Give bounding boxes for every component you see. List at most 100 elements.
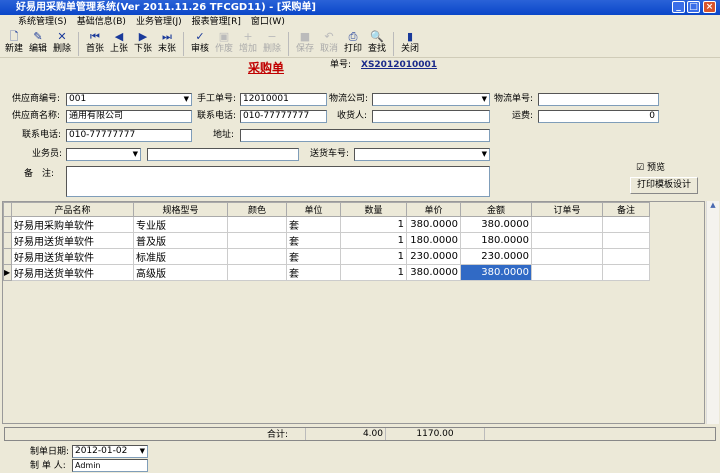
table-row[interactable]: 好易用采购单软件 专业版套 1 380.0000 380.0000 xyxy=(3,216,650,233)
column-header[interactable]: 金额 xyxy=(460,202,532,217)
menu-item[interactable]: 系统管理(S) xyxy=(18,15,67,30)
table-cell[interactable]: 380.0000 xyxy=(460,216,532,233)
column-header[interactable]: 规格型号 xyxy=(133,202,228,217)
logistics-no-input[interactable] xyxy=(538,93,659,106)
vertical-scrollbar[interactable]: ▲ xyxy=(706,201,719,424)
column-header[interactable]: 订单号 xyxy=(531,202,603,217)
column-header[interactable]: 数量 xyxy=(340,202,407,217)
maximize-button[interactable]: □ xyxy=(687,1,700,13)
table-cell[interactable] xyxy=(227,248,287,265)
salesman-name-input[interactable] xyxy=(147,148,299,161)
table-cell[interactable]: 230.0000 xyxy=(460,248,532,265)
items-grid[interactable]: 产品名称 规格型号 颜色 单位 数量 单价 金额 订单号 备注 好易用采购单软件 专业版套 1 380.… xyxy=(2,201,705,424)
table-cell[interactable]: 套 xyxy=(286,232,341,249)
toolbar-button-next[interactable]: ▶ 下张 xyxy=(131,30,155,57)
toolbar-button-last[interactable]: ⏭ 末张 xyxy=(155,30,179,57)
remark-textarea[interactable] xyxy=(66,166,490,197)
table-cell[interactable]: 套 xyxy=(286,264,341,281)
last-icon: ⏭ xyxy=(162,30,172,43)
table-cell[interactable]: 380.0000 xyxy=(406,264,461,281)
receiver-label: 收货人: xyxy=(337,111,368,121)
print-template-design-button[interactable]: 打印模板设计 xyxy=(630,177,698,194)
table-cell[interactable] xyxy=(602,264,650,281)
column-header[interactable]: 产品名称 xyxy=(11,202,134,217)
manual-no-input[interactable]: 12010001 xyxy=(240,93,327,106)
close-button[interactable]: × xyxy=(703,1,716,13)
table-cell[interactable]: 专业版 xyxy=(133,216,228,233)
table-cell[interactable]: 套 xyxy=(286,216,341,233)
table-cell[interactable]: 1 xyxy=(340,232,407,249)
menu-item[interactable]: 业务管理(J) xyxy=(136,15,182,30)
toolbar-button-approve[interactable]: ✓ 审核 xyxy=(188,30,212,57)
menu-item[interactable]: 基础信息(B) xyxy=(77,15,126,30)
toolbar-button-new-doc[interactable]: 🗋 新建 xyxy=(2,30,26,57)
date-value: 2012-01-02 xyxy=(75,446,128,456)
table-cell[interactable]: 好易用采购单软件 xyxy=(11,216,134,233)
preview-checkbox[interactable]: ☑ 预览 xyxy=(636,162,665,174)
table-cell[interactable]: 230.0000 xyxy=(406,248,461,265)
table-cell[interactable] xyxy=(602,232,650,249)
logistics-co-select[interactable]: ▼ xyxy=(372,93,490,106)
phone-input[interactable]: 010-77777777 xyxy=(66,129,192,142)
address-input[interactable] xyxy=(240,129,490,142)
salesman-select[interactable]: ▼ xyxy=(66,148,141,161)
table-cell[interactable]: 标准版 xyxy=(133,248,228,265)
table-cell[interactable]: 1 xyxy=(340,248,407,265)
toolbar-button-find[interactable]: 🔍 查找 xyxy=(365,30,389,57)
table-cell[interactable] xyxy=(531,264,603,281)
column-header[interactable]: 单位 xyxy=(286,202,341,217)
column-header[interactable]: 备注 xyxy=(602,202,650,217)
toolbar-button-add[interactable]: + 增加 xyxy=(236,30,260,57)
table-cell[interactable]: 380.0000 xyxy=(406,216,461,233)
column-header[interactable]: 单价 xyxy=(406,202,461,217)
toolbar-button-void[interactable]: ▣ 作废 xyxy=(212,30,236,57)
freight-input[interactable]: 0 xyxy=(538,110,659,123)
toolbar-button-delete[interactable]: ✕ 删除 xyxy=(50,30,74,57)
table-cell[interactable] xyxy=(531,232,603,249)
toolbar-button-close-door[interactable]: ▮ 关闭 xyxy=(398,30,422,57)
table-row[interactable]: 好易用送货单软件 普及版套 1 180.0000 180.0000 xyxy=(3,232,650,249)
toolbar-button-print[interactable]: ⎙ 打印 xyxy=(341,30,365,57)
table-row[interactable]: 好易用送货单软件 标准版套 1 230.0000 230.0000 xyxy=(3,248,650,265)
table-cell[interactable] xyxy=(531,216,603,233)
minimize-button[interactable]: _ xyxy=(672,1,685,13)
table-cell[interactable] xyxy=(602,248,650,265)
receiver-input[interactable] xyxy=(372,110,490,123)
table-cell[interactable] xyxy=(602,216,650,233)
undo-icon: ↶ xyxy=(324,30,334,43)
first-icon: ⏮ xyxy=(90,30,100,43)
table-cell[interactable]: 好易用送货单软件 xyxy=(11,232,134,249)
table-cell[interactable] xyxy=(227,264,287,281)
menu-item[interactable]: 报表管理[R] xyxy=(192,15,241,30)
toolbar-button-edit[interactable]: ✎ 编辑 xyxy=(26,30,50,57)
table-row[interactable]: ▶ 好易用送货单软件 高级版套 1 380.0000 380.0000 xyxy=(3,264,650,281)
maker-input[interactable]: Admin xyxy=(72,459,148,472)
contact-phone-input[interactable]: 010-77777777 xyxy=(240,110,327,123)
toolbar-button-undo[interactable]: ↶ 取消 xyxy=(317,30,341,57)
table-cell[interactable] xyxy=(531,248,603,265)
table-cell[interactable] xyxy=(227,216,287,233)
column-header[interactable]: 颜色 xyxy=(227,202,287,217)
supplier-code-select[interactable]: 001 ▼ xyxy=(66,93,192,106)
table-cell[interactable]: 180.0000 xyxy=(460,232,532,249)
supplier-name-input[interactable]: 通用有限公司 xyxy=(66,110,192,123)
table-cell[interactable]: 380.0000 xyxy=(460,264,532,281)
table-cell[interactable]: 套 xyxy=(286,248,341,265)
table-cell[interactable]: 高级版 xyxy=(133,264,228,281)
scroll-up-icon[interactable]: ▲ xyxy=(707,201,719,209)
table-cell[interactable]: 1 xyxy=(340,216,407,233)
toolbar-button-remove[interactable]: − 删除 xyxy=(260,30,284,57)
remark-label: 备 注: xyxy=(24,169,55,179)
date-picker[interactable]: 2012-01-02 ▼ xyxy=(72,445,148,458)
table-cell[interactable]: 好易用送货单软件 xyxy=(11,248,134,265)
toolbar-button-first[interactable]: ⏮ 首张 xyxy=(83,30,107,57)
table-cell[interactable] xyxy=(227,232,287,249)
menu-item[interactable]: 窗口(W) xyxy=(251,15,285,30)
table-cell[interactable]: 180.0000 xyxy=(406,232,461,249)
table-cell[interactable]: 普及版 xyxy=(133,232,228,249)
table-cell[interactable]: 1 xyxy=(340,264,407,281)
toolbar-button-prev[interactable]: ◀ 上张 xyxy=(107,30,131,57)
toolbar-button-save[interactable]: ■ 保存 xyxy=(293,30,317,57)
truck-no-select[interactable]: ▼ xyxy=(354,148,490,161)
table-cell[interactable]: 好易用送货单软件 xyxy=(11,264,134,281)
